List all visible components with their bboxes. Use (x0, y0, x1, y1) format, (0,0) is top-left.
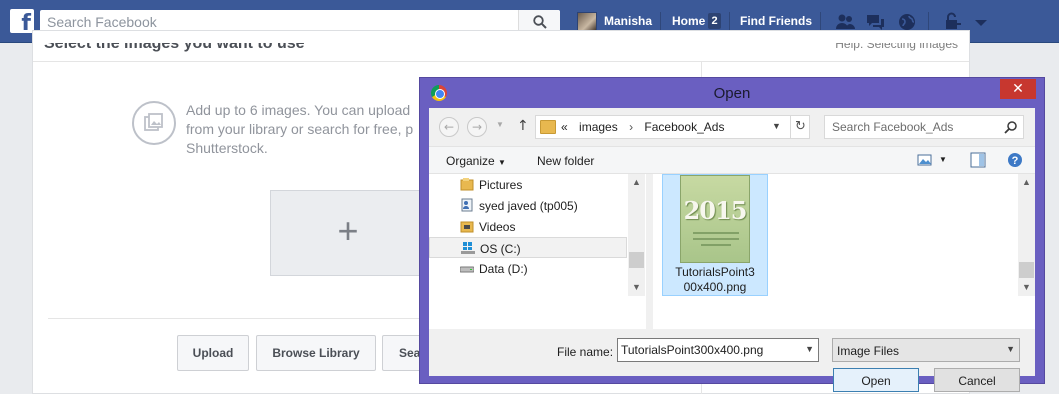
nav-item-videos[interactable]: Videos (429, 216, 627, 237)
breadcrumb-overflow[interactable]: « (561, 120, 568, 134)
recent-locations-chevron-down-icon[interactable]: ▼ (496, 120, 504, 129)
help-icon[interactable]: ? (1007, 152, 1023, 168)
image-library-icon (132, 101, 176, 145)
refresh-icon[interactable]: ↻ (790, 116, 810, 138)
folder-search-box (824, 115, 1024, 139)
nav-divider (928, 12, 929, 32)
search-icon (533, 15, 547, 29)
profile-name-link[interactable]: Manisha (604, 14, 652, 28)
file-type-select[interactable]: Image Files ▼ (832, 338, 1020, 362)
change-view-icon[interactable] (917, 152, 933, 168)
user-folder-icon (461, 198, 473, 212)
forward-arrow-icon[interactable]: → (467, 117, 487, 137)
file-list-pane: 2015 TutorialsPoint300x400.png ▲ ▼ (653, 174, 1035, 329)
file-name-combobox: ▼ (617, 338, 819, 362)
new-folder-button[interactable]: New folder (537, 154, 594, 168)
view-options-chevron-down-icon[interactable]: ▼ (939, 155, 947, 164)
thumbnail-text-line (693, 232, 739, 234)
search-icon[interactable] (1004, 120, 1018, 134)
scrollbar-thumb[interactable] (1019, 262, 1034, 278)
find-friends-link[interactable]: Find Friends (740, 14, 812, 28)
scroll-up-icon[interactable]: ▲ (1018, 174, 1035, 191)
scroll-up-icon[interactable]: ▲ (628, 174, 645, 191)
cancel-button[interactable]: Cancel (934, 368, 1020, 392)
folder-icon (540, 120, 556, 134)
breadcrumb-item-facebook-ads[interactable]: Facebook_Ads (644, 120, 724, 134)
open-button[interactable]: Open (833, 368, 919, 392)
file-list-scrollbar[interactable]: ▲ ▼ (1018, 174, 1035, 296)
scrollbar-thumb[interactable] (629, 252, 644, 268)
thumbnail-text-line (701, 244, 731, 246)
organize-menu[interactable]: Organize ▼ (446, 154, 506, 168)
file-name-chevron-down-icon[interactable]: ▼ (805, 344, 814, 354)
command-bar: Organize ▼ New folder ▼ ? (429, 146, 1035, 174)
nav-item-data-d-drive[interactable]: Data (D:) (429, 258, 627, 279)
navigation-pane: Pictures syed javed (tp005) Videos OS (C… (429, 174, 646, 329)
browse-library-button[interactable]: Browse Library (256, 335, 376, 371)
file-name-label: File name: (557, 345, 614, 359)
thumbnail-year-text: 2015 (683, 196, 748, 225)
dialog-body: ← → ▼ ↑ « images › Facebook_Ads ▼ ↻ Orga… (429, 108, 1035, 392)
close-button[interactable]: ✕ (1000, 79, 1036, 99)
windows-drive-icon (461, 242, 475, 254)
avatar[interactable] (577, 12, 597, 32)
breadcrumb: « images › Facebook_Ads (561, 120, 724, 134)
back-arrow-icon[interactable]: ← (439, 117, 459, 137)
home-link[interactable]: Home (672, 14, 705, 28)
scroll-down-icon[interactable]: ▼ (628, 279, 645, 296)
svg-text:?: ? (1012, 155, 1019, 167)
address-bar[interactable]: « images › Facebook_Ads ▼ ↻ (535, 115, 810, 139)
folder-search-input[interactable] (825, 116, 1001, 138)
file-thumbnail: 2015 (680, 175, 750, 263)
up-arrow-icon[interactable]: ↑ (517, 118, 529, 134)
pictures-folder-icon (460, 178, 474, 191)
nav-divider (820, 12, 821, 32)
thumbnail-text-line (693, 238, 739, 240)
nav-item-user[interactable]: syed javed (tp005) (429, 195, 627, 216)
address-history-chevron-down-icon[interactable]: ▼ (772, 121, 781, 131)
chevron-down-icon: ▼ (1006, 344, 1015, 354)
upload-instructions: Add up to 6 images. You can upload from … (186, 102, 414, 156)
facebook-logo[interactable]: f (10, 9, 34, 35)
scroll-down-icon[interactable]: ▼ (1018, 279, 1035, 296)
nav-item-os-c-drive[interactable]: OS (C:) (429, 237, 627, 258)
add-image-box[interactable]: + (270, 190, 430, 276)
account-menu-chevron-down-icon[interactable] (970, 11, 992, 33)
videos-folder-icon (460, 221, 474, 233)
chevron-down-icon: ▼ (498, 158, 506, 167)
nav-divider (660, 12, 661, 32)
navigation-pane-scrollbar[interactable]: ▲ ▼ (628, 174, 645, 296)
file-item[interactable]: 2015 TutorialsPoint300x400.png (662, 174, 768, 296)
dialog-title: Open (713, 85, 751, 102)
file-name-label: TutorialsPoint300x400.png (675, 265, 755, 294)
nav-divider (729, 12, 730, 32)
breadcrumb-item-images[interactable]: images (579, 120, 618, 134)
file-name-input[interactable] (618, 339, 798, 361)
drive-icon (460, 266, 474, 273)
panel-divider (33, 61, 969, 62)
upload-button[interactable]: Upload (177, 335, 249, 371)
plus-icon: + (337, 210, 359, 251)
breadcrumb-separator-icon: › (629, 120, 634, 134)
open-file-dialog: Open ✕ ← → ▼ ↑ « images › Facebook_Ads ▼… (419, 77, 1045, 392)
panel-divider (48, 318, 448, 319)
home-count-badge: 2 (708, 13, 721, 29)
nav-item-pictures[interactable]: Pictures (429, 174, 627, 195)
preview-pane-icon[interactable] (970, 152, 986, 168)
